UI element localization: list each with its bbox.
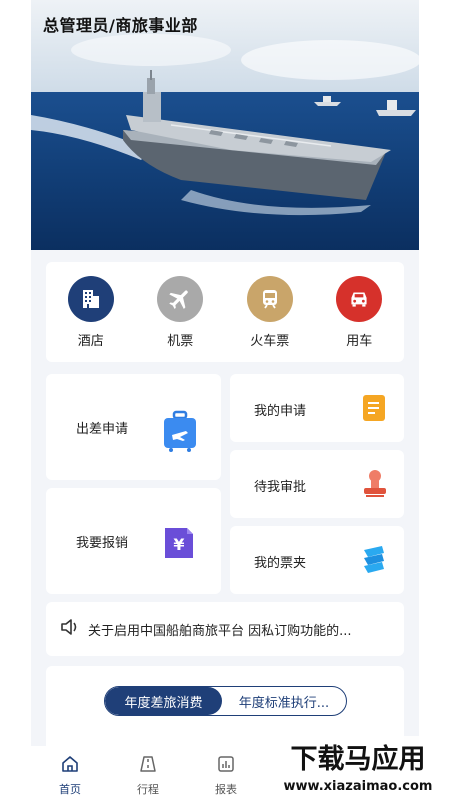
road-icon (138, 754, 158, 778)
reimburse-card[interactable]: 我要报销 ¥ (46, 488, 221, 594)
aircraft-carrier-illustration (31, 0, 419, 250)
airplane-icon (157, 276, 204, 322)
watermark-title: 下载马应用 (291, 743, 426, 775)
hotel-icon (67, 276, 114, 322)
trip-apply-label: 出差申请 (76, 422, 129, 437)
tab-reports[interactable]: 报表 (187, 746, 265, 800)
stats-segmented-control: 年度差旅消费 年度标准执行... (104, 686, 347, 716)
notice-bar[interactable]: 关于启用中国船舶商旅平台 因私订购功能的... (46, 602, 404, 656)
my-apply-card[interactable]: 我的申请 (230, 374, 404, 442)
car-icon (336, 276, 383, 322)
speaker-icon (60, 617, 80, 641)
tab-reports-label: 报表 (215, 783, 237, 796)
trip-apply-card[interactable]: 出差申请 (46, 374, 221, 480)
tab-home-label: 首页 (59, 783, 81, 796)
yen-receipt-icon: ¥ (162, 526, 196, 564)
app-screen: 总管理员/商旅事业部 酒店 机票 火车票 用车 出差申请 我的申请 待我审批 我… (31, 0, 419, 800)
report-icon (216, 754, 236, 778)
quick-item-train[interactable]: 火车票 (235, 276, 305, 349)
tab-annual-travel-spend[interactable]: 年度差旅消费 (105, 687, 222, 715)
quick-item-label: 机票 (167, 334, 194, 349)
tab-annual-standard-execution[interactable]: 年度标准执行... (222, 687, 346, 715)
quick-item-label: 用车 (346, 334, 373, 349)
ticket-icon (362, 544, 386, 578)
watermark: 下载马应用 www.xiazaimao.com (266, 736, 451, 800)
train-icon (246, 276, 293, 322)
banner-image[interactable]: 总管理员/商旅事业部 (31, 0, 419, 250)
tab-itinerary-label: 行程 (137, 783, 159, 796)
tab-home[interactable]: 首页 (31, 746, 109, 800)
stamp-icon (362, 468, 388, 502)
notice-text: 关于启用中国船舶商旅平台 因私订购功能的... (88, 623, 352, 639)
pending-approval-label: 待我审批 (254, 480, 307, 495)
quick-item-flight[interactable]: 机票 (145, 276, 215, 349)
reimburse-label: 我要报销 (76, 536, 129, 551)
ticket-folder-label: 我的票夹 (254, 556, 307, 571)
svg-text:¥: ¥ (173, 535, 184, 554)
quick-item-label: 火车票 (250, 334, 290, 349)
watermark-url: www.xiazaimao.com (284, 779, 433, 794)
page-title: 总管理员/商旅事业部 (43, 16, 198, 35)
suitcase-icon (162, 410, 198, 456)
tab-itinerary[interactable]: 行程 (109, 746, 187, 800)
pending-approval-card[interactable]: 待我审批 (230, 450, 404, 518)
quick-item-car[interactable]: 用车 (324, 276, 394, 349)
ticket-folder-card[interactable]: 我的票夹 (230, 526, 404, 594)
document-icon (362, 394, 386, 426)
quick-item-label: 酒店 (77, 334, 104, 349)
my-apply-label: 我的申请 (254, 404, 307, 419)
quick-services-card: 酒店 机票 火车票 用车 (46, 262, 404, 362)
home-icon (60, 754, 80, 778)
quick-item-hotel[interactable]: 酒店 (56, 276, 126, 349)
